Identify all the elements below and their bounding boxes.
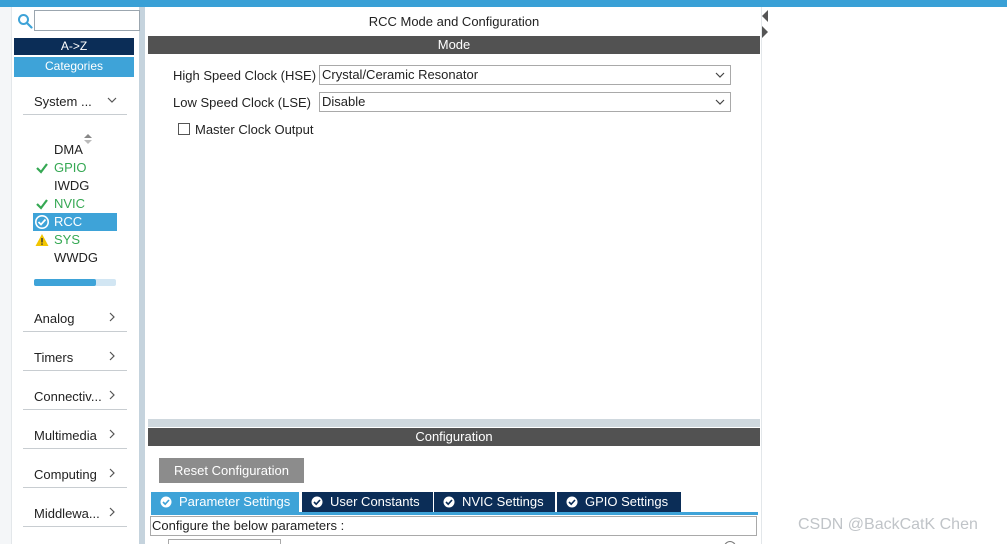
category-label: Middlewa... xyxy=(34,506,100,521)
tab-parameter-settings[interactable]: Parameter Settings xyxy=(151,492,299,512)
expand-right-icon[interactable] xyxy=(762,26,768,38)
warning-icon xyxy=(35,234,49,246)
category-connectivity[interactable]: Connectiv... xyxy=(23,382,127,410)
category-label: Connectiv... xyxy=(34,389,102,404)
master-clock-output-checkbox[interactable] xyxy=(178,123,190,135)
peripheral-label: GPIO xyxy=(54,160,87,175)
panel-divider xyxy=(148,419,760,427)
lse-label: Low Speed Clock (LSE) xyxy=(173,95,312,110)
check-circle-icon xyxy=(35,215,49,229)
category-computing[interactable]: Computing xyxy=(23,460,127,488)
rcc-panel: RCC Mode and Configuration Mode High Spe… xyxy=(147,7,761,544)
peripheral-dma[interactable]: DMA xyxy=(33,141,117,159)
peripheral-sys[interactable]: SYS xyxy=(33,231,117,249)
search-icon[interactable] xyxy=(17,13,33,29)
peripheral-wwdg[interactable]: WWDG xyxy=(33,249,117,267)
peripheral-nvic[interactable]: NVIC xyxy=(33,195,117,213)
peripheral-label: IWDG xyxy=(54,178,90,193)
check-icon xyxy=(36,163,48,174)
tab-label: Parameter Settings xyxy=(179,494,291,509)
chevron-down-icon xyxy=(715,99,725,105)
hse-label: High Speed Clock (HSE) xyxy=(173,68,317,83)
peripheral-label: WWDG xyxy=(54,250,99,265)
check-circle-icon xyxy=(443,496,455,508)
peripheral-label: RCC xyxy=(54,214,83,229)
watermark: CSDN @BackCatK Chen xyxy=(798,516,978,533)
master-clock-output-label: Master Clock Output xyxy=(195,122,314,137)
check-circle-icon xyxy=(160,496,172,508)
peripheral-list-scrollbar[interactable] xyxy=(34,279,116,286)
peripheral-iwdg[interactable]: IWDG xyxy=(33,177,117,195)
category-timers[interactable]: Timers xyxy=(23,343,127,371)
top-accent-bar xyxy=(0,0,1007,7)
peripheral-gpio[interactable]: GPIO xyxy=(33,159,117,177)
categories-sidebar: A->Z Categories System ... DMA GPIO IWDG… xyxy=(0,7,145,544)
check-icon xyxy=(36,199,48,210)
chevron-down-icon xyxy=(715,72,725,78)
peripheral-rcc[interactable]: RCC xyxy=(33,213,117,231)
categories-button[interactable]: Categories xyxy=(14,57,134,77)
collapse-left-icon[interactable] xyxy=(762,10,768,22)
chevron-right-icon xyxy=(109,429,115,439)
mode-section-header: Mode xyxy=(148,36,760,54)
tab-user-constants[interactable]: User Constants xyxy=(302,492,433,512)
chevron-right-icon xyxy=(109,468,115,478)
category-analog[interactable]: Analog xyxy=(23,304,127,332)
peripheral-label: SYS xyxy=(54,232,81,247)
chevron-down-icon xyxy=(107,97,117,103)
hse-select-value: Crystal/Ceramic Resonator xyxy=(322,67,479,82)
category-label: Multimedia xyxy=(34,428,97,443)
sidebar-edge xyxy=(0,7,12,544)
chevron-right-icon xyxy=(109,312,115,322)
tab-underline xyxy=(151,512,758,515)
parameter-hint-text: Configure the below parameters : xyxy=(152,518,345,533)
chevron-right-icon xyxy=(109,507,115,517)
peripheral-label: DMA xyxy=(54,142,83,157)
panel-title: RCC Mode and Configuration xyxy=(368,14,540,29)
tab-gpio-settings[interactable]: GPIO Settings xyxy=(557,492,681,512)
configuration-section-header: Configuration xyxy=(148,428,760,446)
search-input[interactable] xyxy=(34,10,140,31)
parameter-hint-box: Configure the below parameters : xyxy=(150,516,757,536)
check-circle-icon xyxy=(311,496,323,508)
category-multimedia[interactable]: Multimedia xyxy=(23,421,127,449)
category-label: System ... xyxy=(34,94,92,109)
category-system-core[interactable]: System ... xyxy=(23,87,127,115)
chevron-right-icon xyxy=(109,351,115,361)
scrollbar-thumb[interactable] xyxy=(34,279,96,286)
category-middleware[interactable]: Middlewa... xyxy=(23,499,127,527)
parameter-search-input[interactable] xyxy=(168,539,281,544)
category-label: Computing xyxy=(34,467,97,482)
peripheral-label: NVIC xyxy=(54,196,86,211)
tab-nvic-settings[interactable]: NVIC Settings xyxy=(434,492,555,512)
reset-configuration-button[interactable]: Reset Configuration xyxy=(159,458,304,483)
panel-splitter[interactable] xyxy=(761,7,768,544)
tab-label: User Constants xyxy=(330,494,420,509)
sidebar-scrollbar-track[interactable] xyxy=(139,7,145,544)
chevron-right-icon xyxy=(109,390,115,400)
tab-label: GPIO Settings xyxy=(585,494,669,509)
check-circle-icon xyxy=(566,496,578,508)
lse-select[interactable]: Disable xyxy=(319,92,731,112)
hse-select[interactable]: Crystal/Ceramic Resonator xyxy=(319,65,731,85)
category-label: Analog xyxy=(34,311,75,326)
lse-select-value: Disable xyxy=(322,94,366,109)
category-label: Timers xyxy=(34,350,74,365)
sort-az-button[interactable]: A->Z xyxy=(14,38,134,55)
tab-label: NVIC Settings xyxy=(462,494,544,509)
